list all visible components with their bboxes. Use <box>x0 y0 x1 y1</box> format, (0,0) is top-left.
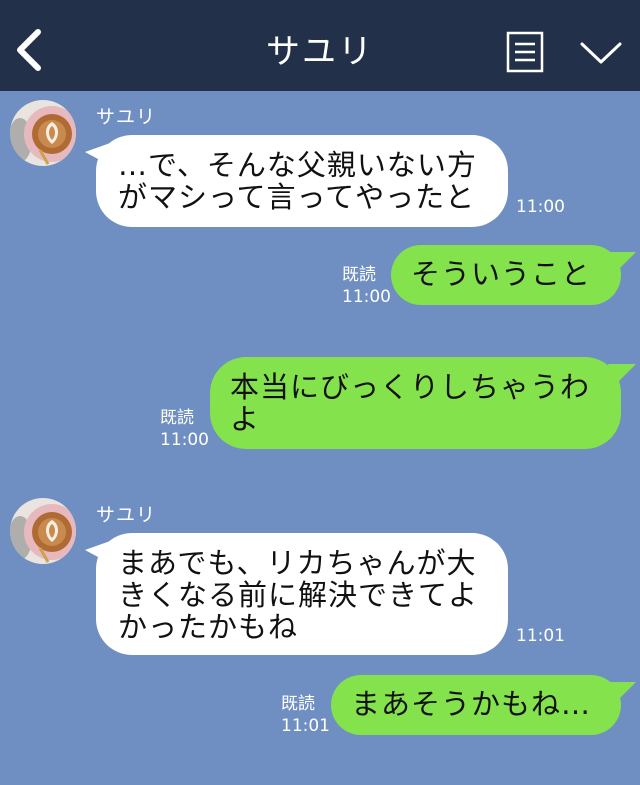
bubble-tail <box>608 682 636 704</box>
message-bubble-outgoing[interactable]: 本当にびっくりしちゃうわ よ <box>210 357 621 449</box>
latte-art-avatar <box>10 498 76 564</box>
notes-button[interactable] <box>506 31 544 73</box>
message-bubble-outgoing[interactable]: そういうこと <box>391 245 621 305</box>
chat-title: サユリ <box>266 32 374 72</box>
message-bubble-outgoing[interactable]: まあそうかもね… <box>331 675 621 735</box>
avatar[interactable] <box>10 100 76 166</box>
collapse-button[interactable] <box>578 38 624 68</box>
bubble-tail <box>608 252 636 274</box>
read-receipt: 既読 <box>342 265 376 285</box>
message-time: 11:00 <box>342 287 391 307</box>
sender-name: サユリ <box>96 106 157 128</box>
message-bubble-incoming[interactable]: まあでも、リカちゃんが大 きくなる前に解決できてよ かったかもね <box>96 533 508 655</box>
read-receipt: 既読 <box>160 408 194 428</box>
read-receipt: 既読 <box>281 694 315 714</box>
message-time: 11:01 <box>281 716 330 736</box>
message-bubble-incoming[interactable]: …で、そんな父親いない方 がマシって言ってやったと <box>96 135 508 227</box>
chevron-down-icon <box>580 42 622 64</box>
latte-art-avatar <box>10 100 76 166</box>
sender-name: サユリ <box>96 504 157 526</box>
avatar[interactable] <box>10 498 76 564</box>
document-lines-icon <box>506 31 544 73</box>
chat-header: サユリ <box>0 0 640 91</box>
message-time: 11:01 <box>516 626 565 646</box>
message-time: 11:00 <box>160 430 209 450</box>
message-time: 11:00 <box>516 197 565 217</box>
bubble-tail <box>608 364 636 386</box>
